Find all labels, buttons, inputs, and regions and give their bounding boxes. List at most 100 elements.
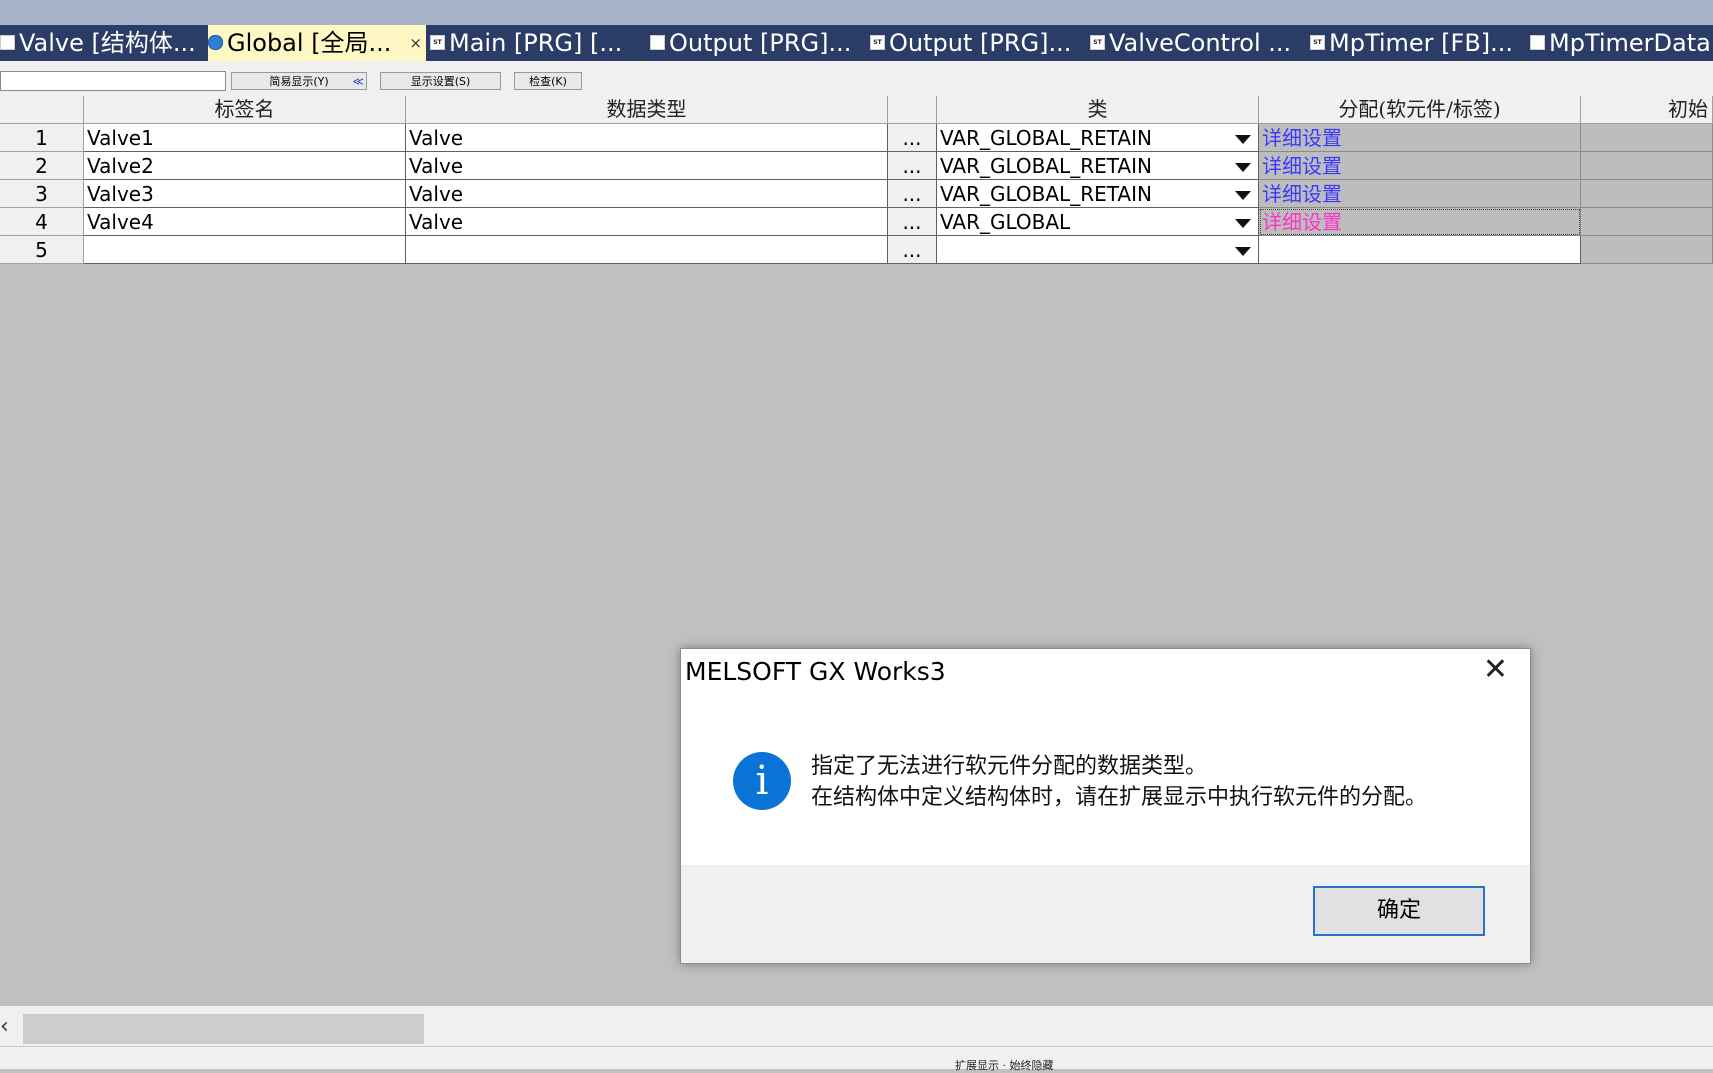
check-button[interactable]: 检查(K)	[514, 72, 582, 90]
dropdown-arrow-icon[interactable]	[1228, 211, 1256, 233]
data-type-cell[interactable]	[406, 236, 888, 264]
class-select[interactable]: VAR_GLOBAL_RETAIN	[937, 180, 1259, 208]
dropdown-arrow-icon[interactable]	[1228, 155, 1256, 177]
label-name-cell[interactable]: Valve2	[84, 152, 406, 180]
assignment-detail-link-selected[interactable]: 详细设置	[1259, 208, 1581, 236]
ladder-program-icon	[650, 34, 665, 50]
status-text: 扩展显示 · 始终隐藏	[955, 1059, 1054, 1072]
class-select[interactable]: VAR_GLOBAL_RETAIN	[937, 124, 1259, 152]
tab-main-prg[interactable]: ST Main [PRG] [...	[430, 25, 640, 61]
data-type-cell[interactable]: Valve	[406, 208, 888, 236]
tab-label: Valve [结构体...	[19, 29, 196, 57]
table-row: 4 Valve4 Valve ... VAR_GLOBAL 详细设置	[0, 208, 1713, 236]
dropdown-arrow-icon[interactable]	[1228, 127, 1256, 149]
assignment-detail-link[interactable]: 详细设置	[1259, 180, 1581, 208]
tab-global[interactable]: Global [全局... ×	[208, 25, 426, 61]
tab-valvecontrol[interactable]: ST ValveControl ...	[1090, 25, 1302, 61]
row-number: 4	[0, 208, 84, 236]
st-program-icon: ST	[870, 34, 885, 50]
tab-label: Output [PRG]...	[889, 29, 1072, 57]
assignment-detail-link[interactable]: 详细设置	[1259, 152, 1581, 180]
class-value: VAR_GLOBAL	[940, 210, 1071, 234]
scrollbar-thumb[interactable]	[23, 1014, 424, 1044]
table-row: 2 Valve2 Valve ... VAR_GLOBAL_RETAIN 详细设…	[0, 152, 1713, 180]
ok-button[interactable]: 确定	[1313, 886, 1485, 936]
table-row: 3 Valve3 Valve ... VAR_GLOBAL_RETAIN 详细设…	[0, 180, 1713, 208]
assignment-cell[interactable]	[1259, 236, 1581, 264]
dialog-message-line-1: 指定了无法进行软元件分配的数据类型。	[811, 754, 1208, 779]
globe-icon	[208, 34, 223, 50]
dropdown-arrow-icon[interactable]	[1228, 239, 1256, 261]
assignment-detail-link[interactable]: 详细设置	[1259, 124, 1581, 152]
horizontal-scrollbar[interactable]: ‹	[0, 1006, 1713, 1046]
close-icon[interactable]: ✕	[1483, 655, 1508, 685]
row-number: 1	[0, 124, 84, 152]
dropdown-arrow-icon[interactable]	[1228, 183, 1256, 205]
initial-value-cell	[1581, 124, 1713, 152]
label-name-cell[interactable]: Valve3	[84, 180, 406, 208]
struct-icon	[0, 34, 15, 50]
table-header: 标签名 数据类型 类 分配(软元件/标签) 初始	[0, 96, 1713, 124]
header-class: 类	[937, 96, 1259, 123]
header-label-name: 标签名	[84, 96, 406, 123]
class-select[interactable]	[937, 236, 1259, 264]
label-toolbar: 简易显示(Y) ≪ 显示设置(S) 检查(K)	[0, 61, 1713, 96]
display-settings-button[interactable]: 显示设置(S)	[380, 72, 501, 90]
message-dialog: MELSOFT GX Works3 ✕ i 指定了无法进行软元件分配的数据类型。…	[680, 648, 1531, 964]
data-type-browse-button[interactable]: ...	[888, 208, 937, 236]
info-icon: i	[733, 752, 791, 810]
simple-display-label: 简易显示(Y)	[269, 75, 329, 88]
header-row-number	[0, 96, 84, 123]
tab-mptimerdata[interactable]: MpTimerData...	[1530, 25, 1713, 61]
tab-output-prg-st[interactable]: ST Output [PRG]...	[870, 25, 1082, 61]
initial-value-cell	[1581, 236, 1713, 264]
label-name-cell[interactable]: Valve4	[84, 208, 406, 236]
struct-icon	[1530, 34, 1545, 50]
dialog-title: MELSOFT GX Works3	[685, 657, 946, 686]
initial-value-cell	[1581, 180, 1713, 208]
tab-valve-struct[interactable]: Valve [结构体...	[0, 25, 196, 61]
tab-label: Global [全局...	[227, 29, 392, 57]
close-icon[interactable]: ×	[409, 25, 422, 61]
dialog-message-line-2: 在结构体中定义结构体时，请在扩展显示中执行软元件的分配。	[811, 785, 1428, 810]
class-select[interactable]: VAR_GLOBAL	[937, 208, 1259, 236]
row-number: 3	[0, 180, 84, 208]
document-tab-bar: Valve [结构体... Global [全局... × ST Main [PR…	[0, 25, 1713, 61]
table-row: 1 Valve1 Valve ... VAR_GLOBAL_RETAIN 详细设…	[0, 124, 1713, 152]
data-type-browse-button[interactable]: ...	[888, 124, 937, 152]
tab-label: ValveControl ...	[1109, 29, 1292, 57]
st-program-icon: ST	[430, 34, 445, 50]
dialog-message: 指定了无法进行软元件分配的数据类型。 在结构体中定义结构体时，请在扩展显示中执行…	[811, 751, 1427, 813]
tab-label: MpTimer [FB]...	[1329, 29, 1514, 57]
class-value: VAR_GLOBAL_RETAIN	[940, 126, 1152, 150]
tab-label: Output [PRG]...	[669, 29, 852, 57]
class-value: VAR_GLOBAL_RETAIN	[940, 154, 1152, 178]
dialog-footer: 确定	[681, 865, 1530, 963]
label-name-cell[interactable]	[84, 236, 406, 264]
tab-label: Main [PRG] [...	[449, 29, 623, 57]
title-strip	[0, 0, 1713, 25]
filter-input[interactable]	[0, 71, 226, 91]
data-type-cell[interactable]: Valve	[406, 124, 888, 152]
row-number: 5	[0, 236, 84, 264]
scroll-left-icon[interactable]: ‹	[0, 1014, 9, 1039]
header-assignment: 分配(软元件/标签)	[1259, 96, 1581, 123]
header-data-type: 数据类型	[406, 96, 888, 123]
row-number: 2	[0, 152, 84, 180]
data-type-cell[interactable]: Valve	[406, 180, 888, 208]
class-select[interactable]: VAR_GLOBAL_RETAIN	[937, 152, 1259, 180]
tab-mptimer-fb[interactable]: ST MpTimer [FB]...	[1310, 25, 1522, 61]
simple-display-button[interactable]: 简易显示(Y) ≪	[231, 72, 367, 90]
data-type-cell[interactable]: Valve	[406, 152, 888, 180]
initial-value-cell	[1581, 152, 1713, 180]
data-type-browse-button[interactable]: ...	[888, 180, 937, 208]
table-row: 5 ...	[0, 236, 1713, 264]
data-type-browse-button[interactable]: ...	[888, 236, 937, 264]
class-value: VAR_GLOBAL_RETAIN	[940, 182, 1152, 206]
label-name-cell[interactable]: Valve1	[84, 124, 406, 152]
tab-label: MpTimerData...	[1549, 29, 1713, 57]
header-initial-value: 初始	[1581, 96, 1713, 123]
header-dots	[888, 96, 937, 123]
data-type-browse-button[interactable]: ...	[888, 152, 937, 180]
tab-output-prg-ladder[interactable]: Output [PRG]...	[650, 25, 862, 61]
